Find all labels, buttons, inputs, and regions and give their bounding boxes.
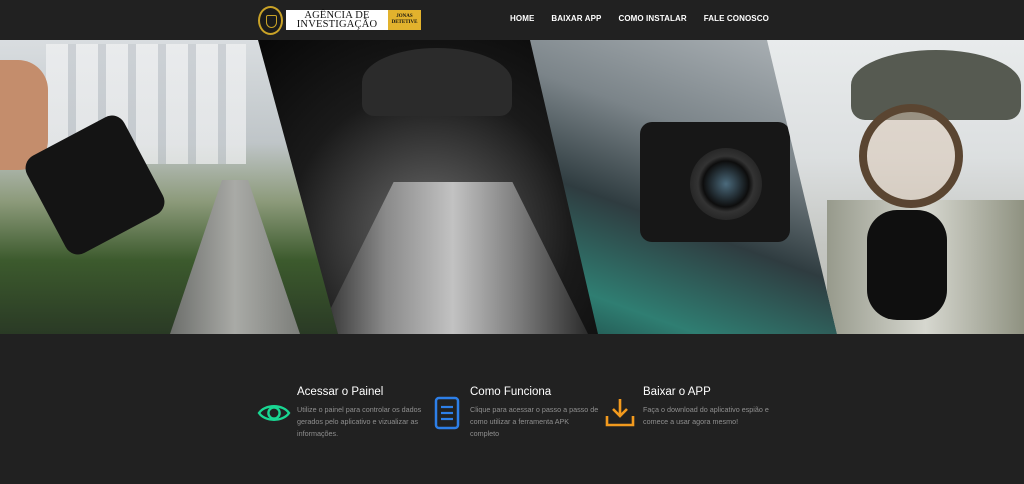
nav-fale-conosco[interactable]: FALE CONOSCO — [704, 14, 769, 23]
site-logo[interactable]: AGÊNCIA DE INVESTIGAÇÃO JONAS DETETIVE — [258, 5, 421, 35]
feature-title: Como Funciona — [470, 386, 552, 398]
main-nav: HOME BAIXAR APP COMO INSTALAR FALE CONOS… — [510, 14, 769, 23]
logo-badge: JONAS DETETIVE — [388, 10, 421, 30]
hero-banner — [0, 40, 1024, 334]
feature-acessar-painel[interactable]: Acessar o Painel Utilize o painel para c… — [257, 386, 427, 446]
walkway-shape — [170, 180, 300, 334]
eye-icon — [257, 396, 291, 430]
feature-description: Clique para acessar o passo a passo de c… — [470, 405, 599, 438]
features-section: Acessar o Painel Utilize o painel para c… — [0, 334, 1024, 484]
logo-badge-line-2: DETETIVE — [391, 20, 418, 25]
nav-baixar-app[interactable]: BAIXAR APP — [551, 14, 601, 23]
seal-icon — [258, 5, 283, 35]
trench-coat-shape — [318, 182, 588, 334]
feature-como-funciona[interactable]: Como Funciona Clique para acessar o pass… — [430, 386, 600, 446]
feature-title: Baixar o APP — [643, 386, 711, 398]
camera-lens-shape — [690, 148, 762, 220]
nav-como-instalar[interactable]: COMO INSTALAR — [618, 14, 686, 23]
fedora-hat-shape — [362, 48, 512, 116]
feature-baixar-app[interactable]: Baixar o APP Faça o download do aplicati… — [603, 386, 773, 446]
document-icon — [430, 396, 464, 430]
download-icon — [603, 396, 637, 430]
feature-title: Acessar o Painel — [297, 386, 384, 398]
logo-title: AGÊNCIA DE INVESTIGAÇÃO — [286, 10, 388, 30]
logo-line-2: INVESTIGAÇÃO — [296, 19, 378, 30]
magnifying-glass-icon — [859, 104, 963, 208]
site-header: AGÊNCIA DE INVESTIGAÇÃO JONAS DETETIVE H… — [0, 0, 1024, 40]
feature-description: Faça o download do aplicativo espião e c… — [643, 405, 769, 426]
glove-shape — [867, 210, 947, 320]
feature-description: Utilize o painel para controlar os dados… — [297, 405, 422, 438]
nav-home[interactable]: HOME — [510, 14, 534, 23]
